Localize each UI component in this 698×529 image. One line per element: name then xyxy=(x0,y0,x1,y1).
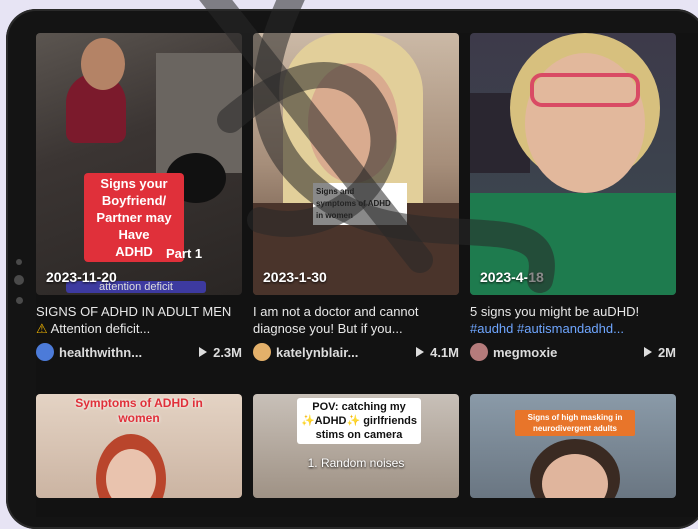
video-thumbnail[interactable]: Signs and symptoms of ADHD in women 2023… xyxy=(253,33,459,295)
overlay-part-label: Part 1 xyxy=(166,246,203,261)
video-meta: megmoxie 2M xyxy=(470,343,676,361)
overlay-line: stims on camera xyxy=(315,429,403,441)
video-meta: healthwithn... 2.3M xyxy=(36,343,242,361)
overlay-line: Boyfriend/ xyxy=(101,193,167,208)
video-title[interactable]: I am not a doctor and cannot diagnose yo… xyxy=(253,303,459,337)
tablet-frame: Signs your Boyfriend/ Partner may Have A… xyxy=(6,9,698,529)
side-button xyxy=(16,297,23,304)
video-thumbnail[interactable]: POV: catching my ✨ADHD✨ girlfriends stim… xyxy=(253,394,459,498)
video-thumbnail[interactable]: Signs of high masking in neurodivergent … xyxy=(470,394,676,498)
video-card[interactable]: 2023-4-18 5 signs you might be auDHD! #a… xyxy=(470,33,676,361)
overlay-line: neurodivergent adults xyxy=(532,424,617,433)
glasses xyxy=(530,73,640,107)
video-card[interactable]: Signs your Boyfriend/ Partner may Have A… xyxy=(36,33,242,361)
overlay-line: women xyxy=(118,411,160,425)
video-title[interactable]: 5 signs you might be auDHD! #audhd #auti… xyxy=(470,303,676,337)
view-count-text: 2M xyxy=(657,344,676,360)
video-grid-screen: Signs your Boyfriend/ Partner may Have A… xyxy=(36,33,698,517)
view-count: 2.3M xyxy=(199,345,242,360)
view-count: 2M xyxy=(643,344,676,360)
author-name[interactable]: katelynblair... xyxy=(276,345,416,360)
video-card[interactable]: Signs and symptoms of ADHD in women 2023… xyxy=(253,33,459,361)
overlay-line: Signs your xyxy=(100,176,168,191)
overlay-caption: Signs of high masking in neurodivergent … xyxy=(515,410,635,436)
play-icon xyxy=(416,347,425,357)
video-meta: katelynblair... 4.1M xyxy=(253,343,459,361)
overlay-line: Signs and xyxy=(316,187,355,196)
overlay-line: Signs of high masking in xyxy=(527,413,623,422)
video-card[interactable]: Signs of high masking in neurodivergent … xyxy=(470,394,676,498)
video-title-text: 5 signs you might be auDHD! xyxy=(470,304,640,319)
view-count-text: 4.1M xyxy=(430,344,459,360)
video-thumbnail[interactable]: 2023-4-18 xyxy=(470,33,676,295)
author-name[interactable]: healthwithn... xyxy=(59,345,199,360)
avatar[interactable] xyxy=(470,343,488,361)
play-icon xyxy=(199,347,208,357)
video-card[interactable]: POV: catching my ✨ADHD✨ girlfriends stim… xyxy=(253,394,459,498)
view-count: 4.1M xyxy=(416,345,459,360)
video-thumbnail[interactable]: Signs your Boyfriend/ Partner may Have A… xyxy=(36,33,242,295)
camera-dot xyxy=(16,259,22,265)
video-title-text: Attention deficit... xyxy=(50,321,151,336)
overlay-line: Partner may xyxy=(96,210,172,225)
overlay-line: Symptoms of ADHD in xyxy=(75,396,203,410)
video-title[interactable]: SIGNS OF ADHD IN ADULT MEN ⚠ Attention d… xyxy=(36,303,242,337)
video-hashtags[interactable]: #audhd #autismandadhd... xyxy=(470,321,624,336)
video-date: 2023-4-18 xyxy=(480,269,544,285)
side-button xyxy=(14,275,24,285)
video-thumbnail[interactable]: Symptoms of ADHD in women xyxy=(36,394,242,498)
person-head xyxy=(308,63,398,183)
overlay-line: symptoms of ADHD xyxy=(316,199,391,208)
overlay-line: in women xyxy=(316,211,353,220)
play-icon xyxy=(643,347,652,357)
overlay-line: Have xyxy=(118,227,150,242)
warning-icon: ⚠ xyxy=(36,321,48,336)
author-name[interactable]: megmoxie xyxy=(493,345,644,360)
view-count-text: 2.3M xyxy=(213,344,242,360)
overlay-caption: Symptoms of ADHD in women xyxy=(36,396,242,426)
avatar[interactable] xyxy=(253,343,271,361)
avatar[interactable] xyxy=(36,343,54,361)
person-head xyxy=(81,38,125,90)
overlay-caption: Signs and symptoms of ADHD in women xyxy=(313,183,407,225)
overlay-line: ✨ADHD✨ girlfriends xyxy=(300,415,417,427)
video-card[interactable]: Symptoms of ADHD in women xyxy=(36,394,242,498)
overlay-caption: POV: catching my ✨ADHD✨ girlfriends stim… xyxy=(297,398,421,444)
overlay-line: POV: catching my xyxy=(312,401,406,413)
overlay-subcaption: 1. Random noises xyxy=(307,456,405,470)
video-date: 2023-1-30 xyxy=(263,269,327,285)
video-title-text: SIGNS OF ADHD IN ADULT MEN xyxy=(36,304,232,319)
video-date: 2023-11-20 xyxy=(46,269,117,285)
